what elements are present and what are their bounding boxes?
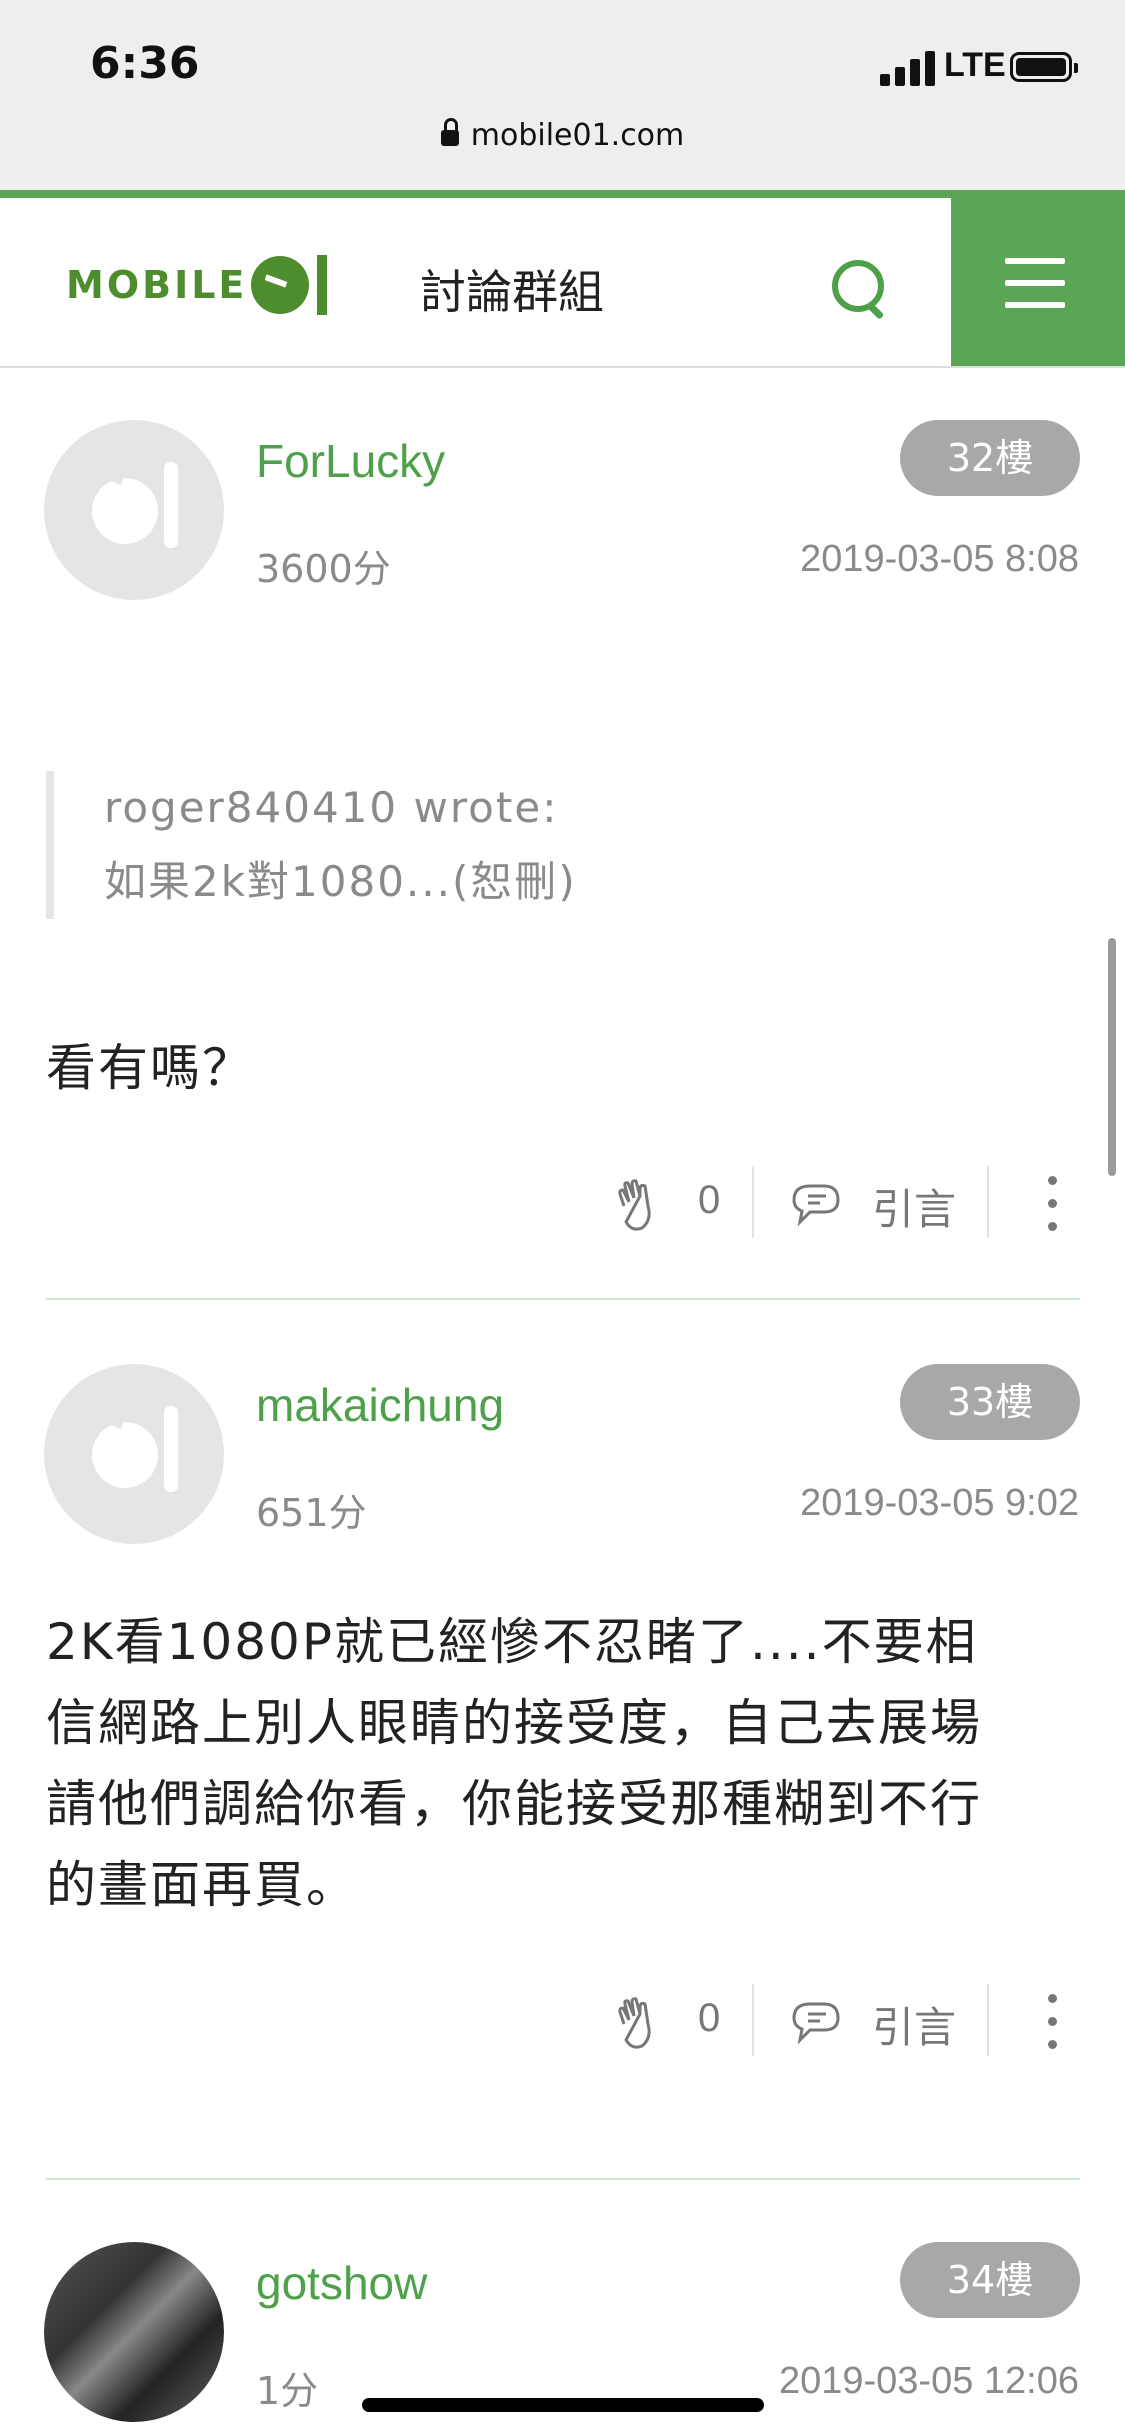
user-score: 3600分 xyxy=(256,547,391,591)
quote-author: roger840410 wrote: xyxy=(104,783,559,832)
section-title[interactable]: 討論群組 xyxy=(420,256,604,322)
clap-icon[interactable] xyxy=(612,1176,664,1232)
home-indicator[interactable] xyxy=(362,2398,764,2412)
avatar[interactable] xyxy=(44,420,224,600)
quote-bubble-icon[interactable] xyxy=(788,1996,846,2048)
logo-one-icon xyxy=(317,255,328,315)
post-body-line: 的畫面再買。 xyxy=(46,1856,358,1914)
clap-icon[interactable] xyxy=(612,1994,664,2050)
post-body: 2K看1080P就已經慘不忍睹了....不要相 信網路上別人眼睛的接受度，自己去… xyxy=(46,1602,1086,1926)
more-options-button[interactable] xyxy=(1040,1172,1064,1236)
quote-bubble-icon[interactable] xyxy=(788,1178,846,1230)
search-icon xyxy=(832,260,884,312)
post-date: 2019-03-05 9:02 xyxy=(800,1482,1079,1524)
url-text: mobile01.com xyxy=(470,118,685,153)
post-32: ForLucky 32樓 3600分 2019-03-05 8:08 roger… xyxy=(0,368,1125,1300)
action-separator xyxy=(987,1984,989,2056)
scrollbar[interactable] xyxy=(1108,938,1116,1176)
username[interactable]: gotshow xyxy=(256,2256,427,2310)
action-separator xyxy=(987,1166,989,1238)
site-logo[interactable]: MOBILE xyxy=(66,250,328,320)
username[interactable]: makaichung xyxy=(256,1378,504,1432)
search-button[interactable] xyxy=(832,260,888,320)
logo-mark-icon xyxy=(251,256,310,314)
menu-button[interactable] xyxy=(951,198,1125,366)
lock-icon xyxy=(440,118,459,146)
quote-button[interactable]: 引言 xyxy=(872,1176,956,1237)
post-33: makaichung 33樓 651分 2019-03-05 9:02 2K看1… xyxy=(0,1312,1125,2192)
quote-block: roger840410 wrote: 如果2k對1080...(恕刪) xyxy=(46,771,946,919)
post-body-line: 請他們調給你看，你能接受那種糊到不行 xyxy=(46,1775,982,1833)
signal-icon xyxy=(880,50,938,86)
post-actions: 0 引言 xyxy=(0,1166,1125,1242)
network-label: LTE xyxy=(944,46,1006,84)
action-separator xyxy=(752,1166,754,1238)
user-score: 1分 xyxy=(256,2369,319,2413)
post-body-line: 2K看1080P就已經慘不忍睹了....不要相 xyxy=(46,1613,978,1671)
quote-text: 如果2k對1080...(恕刪) xyxy=(104,857,577,906)
like-count: 0 xyxy=(698,1996,721,2040)
floor-badge: 34樓 xyxy=(900,2242,1080,2318)
url-bar[interactable]: mobile01.com xyxy=(0,118,1125,153)
status-bar: 6:36 LTE mobile01.com xyxy=(0,0,1125,190)
post-date: 2019-03-05 8:08 xyxy=(800,538,1079,580)
floor-badge: 33樓 xyxy=(900,1364,1080,1440)
more-options-button[interactable] xyxy=(1040,1990,1064,2054)
site-header: MOBILE 討論群組 xyxy=(0,190,1125,368)
battery-icon xyxy=(1010,52,1078,82)
username[interactable]: ForLucky xyxy=(256,434,445,488)
post-actions: 0 引言 xyxy=(0,1984,1125,2060)
floor-badge: 32樓 xyxy=(900,420,1080,496)
quote-button[interactable]: 引言 xyxy=(872,1994,956,2055)
user-score: 651分 xyxy=(256,1491,367,1535)
post-date: 2019-03-05 12:06 xyxy=(778,2360,1079,2402)
like-count: 0 xyxy=(698,1178,721,1222)
post-divider xyxy=(46,1298,1080,1300)
status-time: 6:36 xyxy=(90,38,200,89)
avatar[interactable] xyxy=(44,1364,224,1544)
post-body-line: 信網路上別人眼睛的接受度，自己去展場 xyxy=(46,1694,982,1752)
post-divider xyxy=(46,2178,1080,2180)
action-separator xyxy=(752,1984,754,2056)
post-body: 看有嗎？ xyxy=(46,1039,254,1097)
avatar[interactable] xyxy=(44,2242,224,2422)
logo-text: MOBILE xyxy=(66,263,248,307)
